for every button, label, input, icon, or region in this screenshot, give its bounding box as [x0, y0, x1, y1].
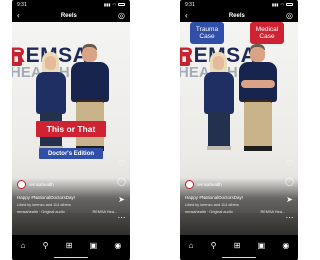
phone-screen-left: 9:31 ▮▮▮ ◠ ‹ Reels ◎ REMSA HEALTH This o…: [12, 0, 130, 260]
status-time: 9:31: [17, 1, 27, 8]
profile-icon[interactable]: ◉: [282, 242, 289, 250]
location-label[interactable]: REMSA Hea...: [261, 210, 285, 214]
account-name[interactable]: remsahealth: [29, 182, 54, 187]
signal-icon: ▮▮▮: [271, 2, 279, 7]
battery-icon: [118, 2, 125, 7]
status-bar: 9:31 ▮▮▮ ◠: [180, 0, 298, 9]
likes-text[interactable]: Liked by lorenzo and 114 others: [185, 203, 293, 207]
reels-icon[interactable]: ▣: [258, 242, 266, 250]
account-name[interactable]: remsahealth: [197, 182, 222, 187]
wifi-icon: ◠: [112, 2, 117, 7]
location-label[interactable]: REMSA Hea...: [93, 210, 117, 214]
overlay-title: This or That: [36, 121, 106, 137]
page-title: Reels: [228, 13, 245, 19]
search-icon[interactable]: ⚲: [211, 242, 217, 250]
chevron-left-icon[interactable]: ‹: [185, 12, 188, 20]
avatar[interactable]: [17, 180, 26, 189]
home-indicator: [222, 256, 256, 258]
tag-medical-case: Medical Case: [250, 22, 284, 44]
page-title: Reels: [60, 13, 77, 19]
status-bar: 9:31 ▮▮▮ ◠: [12, 0, 130, 9]
camera-icon[interactable]: ◎: [118, 12, 125, 20]
likes-text[interactable]: Liked by lorenzo and 114 others: [17, 203, 125, 207]
app-header: ‹ Reels ◎: [12, 11, 130, 21]
person-man: [68, 44, 112, 154]
wifi-icon: ◠: [280, 2, 285, 7]
home-indicator: [54, 256, 88, 258]
heart-icon[interactable]: ♡: [118, 160, 125, 168]
person-woman: [34, 52, 68, 152]
signal-icon: ▮▮▮: [103, 2, 111, 7]
audio-label[interactable]: remsahealth · Original audio: [185, 210, 233, 214]
profile-icon[interactable]: ◉: [114, 242, 121, 250]
avatar[interactable]: [185, 180, 194, 189]
heart-icon[interactable]: ♡: [286, 160, 293, 168]
caption-area: remsahealth Happy #NationalDoctorsDay! L…: [12, 180, 130, 235]
person-man: [236, 44, 280, 154]
person-woman: [202, 52, 236, 152]
battery-icon: [286, 2, 293, 7]
caption-text[interactable]: Happy #NationalDoctorsDay!: [17, 195, 125, 200]
status-time: 9:31: [185, 1, 195, 8]
home-icon[interactable]: ⌂: [21, 242, 26, 250]
account-row[interactable]: remsahealth: [17, 180, 125, 189]
camera-icon[interactable]: ◎: [286, 12, 293, 20]
chevron-left-icon[interactable]: ‹: [17, 12, 20, 20]
caption-text[interactable]: Happy #NationalDoctorsDay!: [185, 195, 293, 200]
audio-label[interactable]: remsahealth · Original audio: [17, 210, 65, 214]
search-icon[interactable]: ⚲: [43, 242, 49, 250]
reels-icon[interactable]: ▣: [90, 242, 98, 250]
tag-trauma-case: Trauma Case: [190, 22, 224, 44]
overlay-subtitle: Doctor's Edition: [39, 148, 103, 159]
add-post-icon[interactable]: ⊞: [66, 242, 73, 250]
account-row[interactable]: remsahealth: [185, 180, 293, 189]
phone-screen-right: 9:31 ▮▮▮ ◠ ‹ Reels ◎ REMSA HEALTH Trauma…: [180, 0, 298, 260]
caption-area: remsahealth Happy #NationalDoctorsDay! L…: [180, 180, 298, 235]
add-post-icon[interactable]: ⊞: [234, 242, 241, 250]
app-header: ‹ Reels ◎: [180, 11, 298, 21]
home-icon[interactable]: ⌂: [189, 242, 194, 250]
